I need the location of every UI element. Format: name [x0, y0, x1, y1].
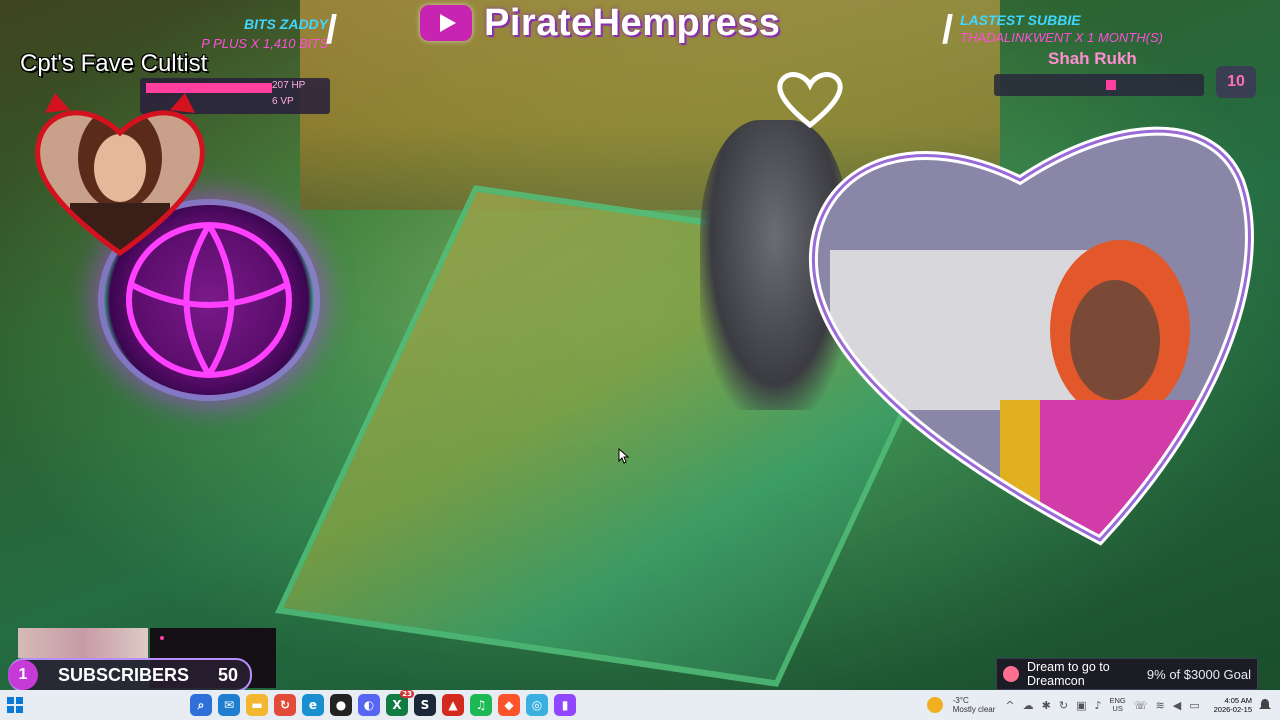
phone-icon[interactable]: ☏ [1134, 699, 1148, 712]
channel-name: PirateHempress [484, 1, 781, 44]
divider-slash-left: / [326, 8, 338, 52]
guest-webcam-heart [30, 88, 210, 268]
spotify-icon[interactable]: ♫ [470, 694, 492, 716]
sub-title: LASTEST SUBBIE [960, 12, 1081, 28]
subscriber-goal-bar: 1 SUBSCRIBERS 50 [8, 658, 252, 692]
weather-widget[interactable]: -3°C Mostly clear [926, 696, 996, 714]
chrome-icon[interactable]: ◎ [526, 694, 548, 716]
battery-icon[interactable]: ▭ [1189, 699, 1199, 712]
edge-icon[interactable]: e [302, 694, 324, 716]
weather-desc: Mostly clear [952, 705, 996, 714]
language-indicator[interactable]: ENG US [1110, 697, 1126, 713]
game-launcher-icon[interactable]: ▲ [442, 694, 464, 716]
subscriber-label: SUBSCRIBERS [58, 664, 190, 685]
sync-icon[interactable]: ↻ [1059, 699, 1068, 712]
mod-label: Cpt's Fave Cultist [20, 50, 208, 77]
mic-icon[interactable]: ♪ [1094, 699, 1101, 712]
taskbar-apps: ⌕ ✉ ▬ ↻ e ● ◐ X 23 S ▲ ♫ ◆ ◎ ▮ [190, 690, 576, 716]
bluetooth-icon[interactable]: ✱ [1042, 699, 1051, 712]
clock[interactable]: 4:05 AM 2026-02-15 [1214, 696, 1252, 714]
chevron-up-icon[interactable]: ^ [1005, 699, 1014, 712]
twitch-icon[interactable]: ▮ [554, 694, 576, 716]
goal-text: Dream to go to Dreamcon [1027, 660, 1110, 688]
steam-icon[interactable]: S [414, 694, 436, 716]
notification-badge: 23 [400, 690, 414, 698]
display-icon[interactable]: ▣ [1076, 699, 1086, 712]
windows-icon [7, 697, 23, 713]
bits-detail: P PLUS X 1,410 BITS [201, 36, 328, 51]
heart-icon [1003, 666, 1019, 682]
channel-header: PirateHempress [420, 0, 780, 48]
brave-icon[interactable]: ◆ [498, 694, 520, 716]
folder-icon[interactable]: ▬ [246, 694, 268, 716]
system-tray: ^ ☁ ✱ ↻ ▣ ♪ ENG US ☏ ≋ ◀ ▭ [1005, 697, 1199, 713]
sub-name: Shah Rukh [1048, 49, 1137, 68]
xbox-icon[interactable]: X 23 [386, 690, 414, 716]
start-button[interactable] [0, 690, 30, 720]
last-bits-panel: BITS ZADDY P PLUS X 1,410 BITS [138, 16, 328, 51]
mouse-cursor-icon [618, 448, 630, 464]
donation-goal-widget: Dream to go to Dreamcon 9% of $3000 Goal [996, 658, 1258, 690]
streamer-webcam-heart [770, 70, 1270, 550]
play-icon [420, 5, 472, 41]
subscriber-count: 1 [8, 660, 38, 690]
lang-bottom: US [1112, 704, 1123, 713]
obs-icon[interactable]: ● [330, 694, 352, 716]
subscriber-goal: 50 [217, 664, 238, 685]
refresh-app-icon[interactable]: ↻ [274, 694, 296, 716]
vp-value: 6 VP [272, 96, 294, 107]
cloud-icon[interactable]: ☁ [1023, 699, 1034, 712]
search-icon[interactable]: ⌕ [190, 694, 212, 716]
moon-icon [926, 697, 943, 713]
wifi-icon[interactable]: ≋ [1156, 699, 1165, 712]
goal-progress: 9% of $3000 Goal [1146, 666, 1251, 682]
viewer-thumbnails [18, 628, 148, 658]
clock-date: 2026-02-15 [1213, 705, 1252, 714]
discord-icon[interactable]: ◐ [358, 694, 380, 716]
notification-bell-icon[interactable] [1258, 698, 1272, 712]
clock-time: 4:05 AM [1224, 696, 1252, 705]
volume-icon[interactable]: ◀ [1173, 699, 1181, 712]
taskbar: ⌕ ✉ ▬ ↻ e ● ◐ X 23 S ▲ ♫ ◆ ◎ ▮ -3°C Mostl… [0, 690, 1280, 720]
hp-value: 207 HP [272, 80, 306, 91]
weather-temp: -3°C [952, 696, 969, 705]
outlook-icon[interactable]: ✉ [218, 694, 240, 716]
bits-title: BITS ZADDY [244, 16, 328, 32]
divider-slash-right: / [942, 8, 954, 52]
sub-detail: THADALINKWENT X 1 MONTH(S) [960, 30, 1163, 45]
latest-sub-panel: LASTEST SUBBIE THADALINKWENT X 1 MONTH(S… [960, 12, 1220, 69]
